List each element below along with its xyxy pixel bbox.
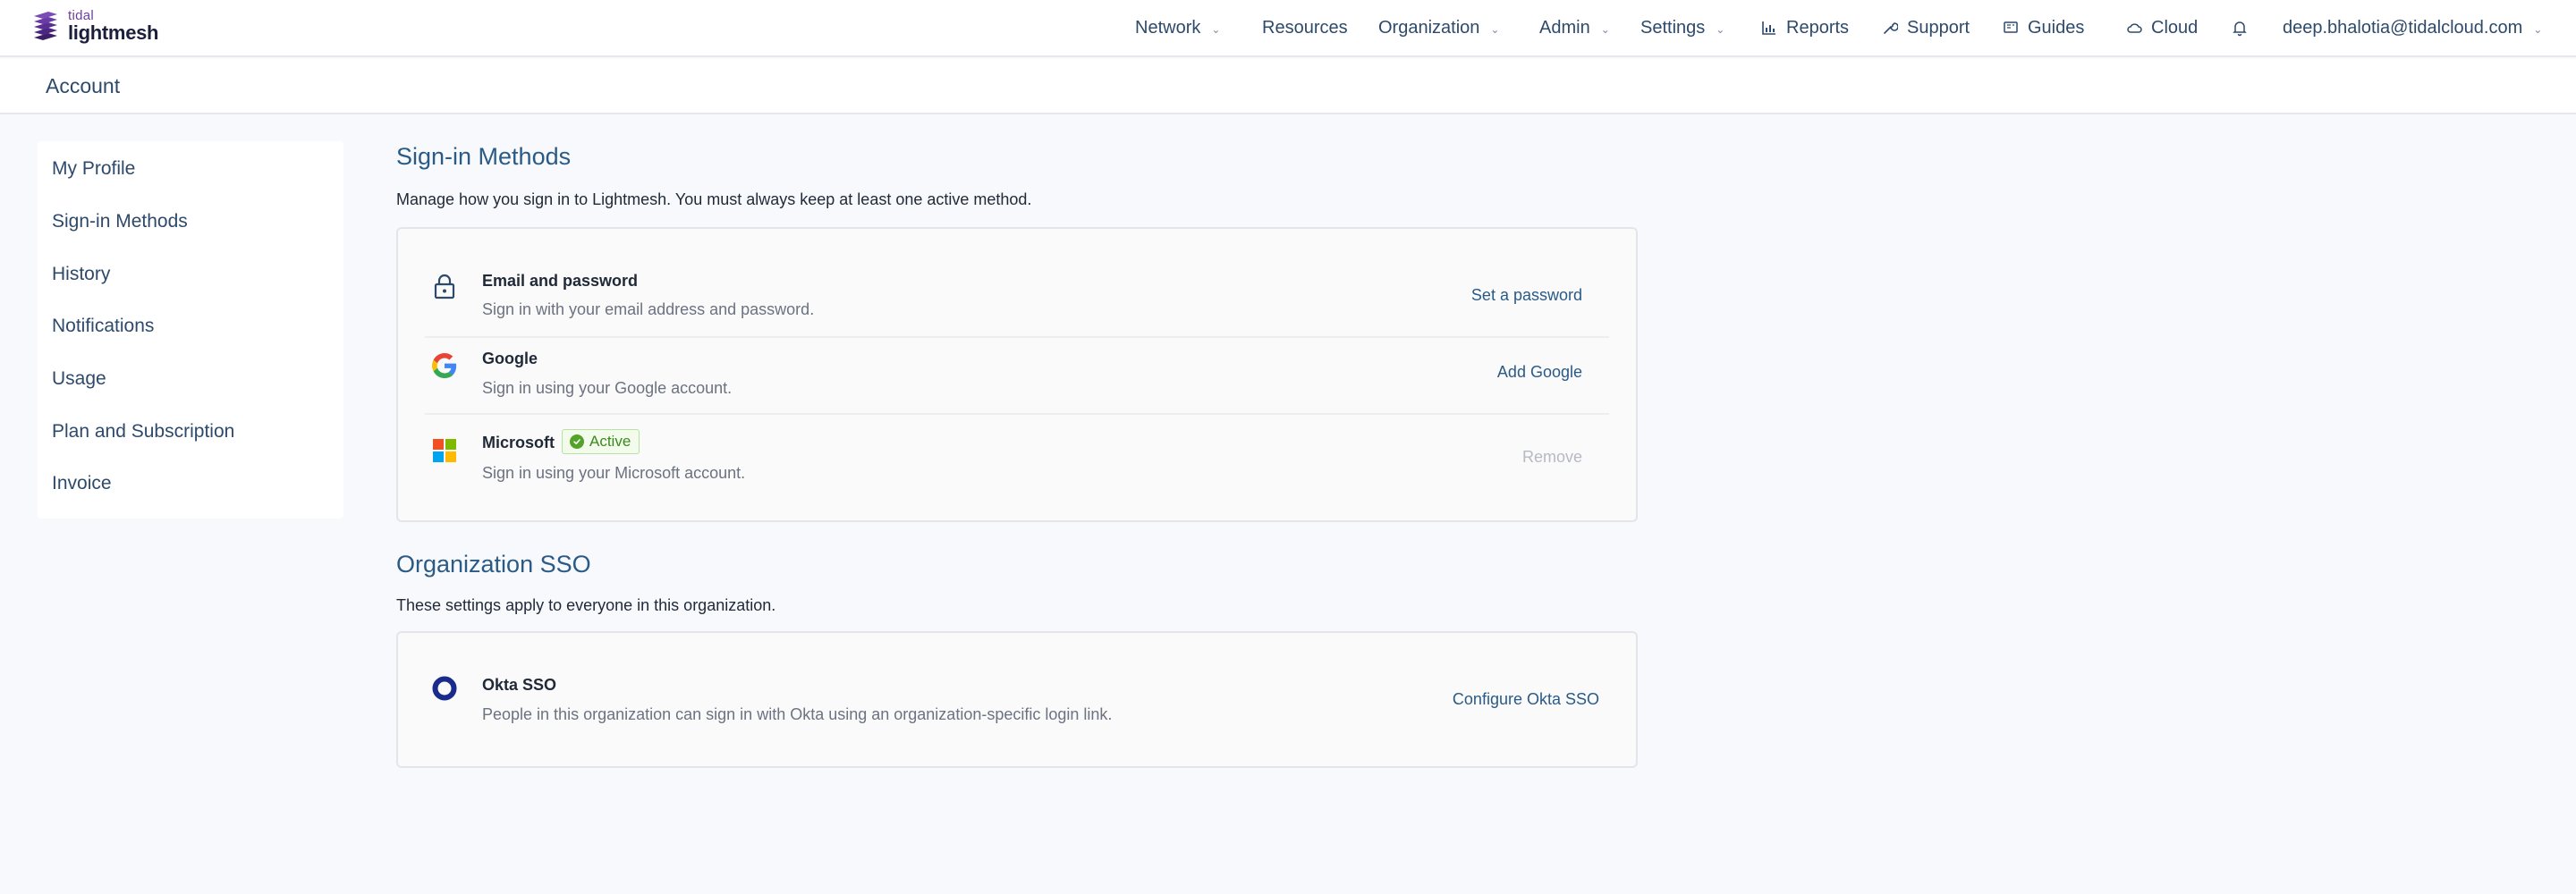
method-description: Sign in using your Google account. [482, 379, 733, 397]
nav-settings-label: Settings [1640, 17, 1706, 38]
sso-provider-name: Okta SSO [482, 676, 557, 694]
nav-reports[interactable]: Reports [1761, 0, 1849, 55]
chevron-down-icon: ⌄ [2533, 23, 2543, 36]
nav-support-label: Support [1907, 17, 1970, 38]
sign-in-method-microsoft: Microsoft Active Sign in using your Micr… [398, 415, 1636, 522]
nav-cloud-label: Cloud [2151, 17, 2199, 38]
user-menu[interactable]: deep.bhalotia@tidalcloud.com ⌄ [2283, 0, 2542, 55]
sidebar-item-notifications[interactable]: Notifications [52, 316, 154, 337]
bar-chart-icon [1761, 20, 1777, 36]
configure-okta-sso-button[interactable]: Configure Okta SSO [1453, 690, 1599, 709]
organization-sso-card: Okta SSO People in this organization can… [396, 631, 1638, 768]
add-google-button[interactable]: Add Google [1497, 363, 1582, 382]
chevron-down-icon: ⌄ [1716, 23, 1725, 36]
nav-reports-label: Reports [1786, 17, 1850, 38]
active-status-badge: Active [562, 429, 640, 454]
user-email: deep.bhalotia@tidalcloud.com [2283, 17, 2523, 38]
organization-sso-description: These settings apply to everyone in this… [396, 596, 776, 614]
google-icon [432, 353, 457, 378]
nav-support[interactable]: Support [1882, 0, 1970, 55]
nav-resources-label: Resources [1262, 17, 1348, 38]
logo-brand-name: lightmesh [68, 21, 159, 44]
sidebar-item-history[interactable]: History [52, 264, 110, 285]
method-description: Sign in using your Microsoft account. [482, 464, 746, 482]
organization-sso-title: Organization SSO [396, 551, 591, 578]
bell-icon [2232, 19, 2248, 37]
cloud-icon [2126, 20, 2142, 36]
nav-network[interactable]: Network ⌄ [1135, 0, 1220, 55]
top-navigation-bar: tidal lightmesh Network ⌄ Resources Orga… [0, 0, 2576, 57]
nav-network-label: Network [1135, 17, 1201, 38]
nav-organization[interactable]: Organization ⌄ [1378, 0, 1499, 55]
method-name: Email and password [482, 272, 639, 290]
method-name: Google [482, 350, 538, 367]
remove-microsoft-button[interactable]: Remove [1522, 448, 1582, 467]
sidebar-item-plan-and-subscription[interactable]: Plan and Subscription [52, 421, 234, 443]
sign-in-method-email: Email and password Sign in with your ema… [398, 229, 1636, 336]
check-circle-icon [570, 434, 584, 449]
account-header: Account [0, 59, 2576, 114]
sidebar-item-usage[interactable]: Usage [52, 368, 106, 390]
okta-icon [432, 676, 457, 701]
chevron-down-icon: ⌄ [1600, 23, 1610, 36]
chevron-down-icon: ⌄ [1211, 23, 1221, 36]
nav-guides[interactable]: Guides [2003, 0, 2084, 55]
nav-settings[interactable]: Settings ⌄ [1640, 0, 1724, 55]
page-title: Account [46, 74, 121, 97]
sign-in-methods-description: Manage how you sign in to Lightmesh. You… [396, 190, 1032, 208]
sidebar-item-my-profile[interactable]: My Profile [52, 158, 135, 180]
active-badge-label: Active [589, 433, 631, 450]
sso-provider-okta: Okta SSO People in this organization can… [398, 633, 1636, 770]
logo-brand-small: tidal [68, 8, 95, 23]
book-icon [2003, 20, 2019, 36]
sign-in-methods-title: Sign-in Methods [396, 143, 572, 170]
method-name: Microsoft [482, 434, 555, 451]
nav-guides-label: Guides [2028, 17, 2085, 38]
notifications-button[interactable] [2232, 0, 2248, 55]
microsoft-icon [432, 438, 457, 463]
account-sidebar: My Profile Sign-in Methods History Notif… [38, 141, 343, 519]
nav-resources[interactable]: Resources [1262, 0, 1348, 55]
nav-admin[interactable]: Admin ⌄ [1539, 0, 1610, 55]
nav-cloud[interactable]: Cloud [2126, 0, 2198, 55]
sign-in-methods-card: Email and password Sign in with your ema… [396, 227, 1638, 522]
set-password-button[interactable]: Set a password [1471, 286, 1582, 305]
lightmesh-logo[interactable]: tidal lightmesh [30, 8, 159, 45]
nav-organization-label: Organization [1378, 17, 1480, 38]
sign-in-method-google: Google Sign in using your Google account… [398, 338, 1636, 415]
sidebar-item-sign-in-methods[interactable]: Sign-in Methods [52, 211, 188, 232]
lock-icon [432, 274, 457, 299]
chevron-down-icon: ⌄ [1490, 23, 1500, 36]
wrench-icon [1882, 20, 1898, 36]
sso-provider-description: People in this organization can sign in … [482, 705, 1113, 723]
nav-admin-label: Admin [1539, 17, 1590, 38]
method-description: Sign in with your email address and pass… [482, 300, 815, 318]
lightmesh-logo-icon [34, 12, 57, 40]
sidebar-item-invoice[interactable]: Invoice [52, 473, 112, 494]
